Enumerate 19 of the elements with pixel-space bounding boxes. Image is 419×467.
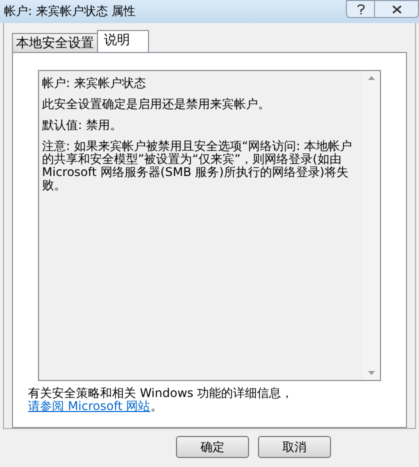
help-button[interactable] (346, 0, 375, 18)
tab[interactable]: 本地安全设置 (12, 32, 98, 52)
close-button[interactable] (375, 0, 419, 18)
info-text: 有关安全策略和相关 Windows 功能的详细信息， 请参阅 Microsoft 网站。 (28, 386, 294, 413)
description-text: 帐户: 来宾帐户状态 (42, 76, 147, 90)
window-title: 帐户: 来宾帐户状态 属性 (4, 3, 136, 20)
tab[interactable]: 说明 (97, 30, 149, 52)
scroll-down-icon[interactable] (368, 370, 375, 375)
dialog-button[interactable]: 取消 (258, 436, 331, 458)
scrollbar[interactable] (363, 70, 380, 380)
help-icon (356, 4, 364, 14)
description-text: 注意: 如果来宾帐户被禁用且安全选项“网络访问: 本地帐户的共享和安全模型”被设置为“仅来宾”，则网络登录(如由 Microsoft 网络服务器(SMB 服务)所执行的网络登录)将失败。 (42, 140, 353, 192)
description-text: 默认值: 禁用。 (42, 118, 123, 132)
close-icon (392, 4, 402, 14)
description-box[interactable]: 帐户: 来宾帐户状态 此安全设置确定是启用还是禁用来宾帐户。 默认值: 禁用。 注意: 如果来宾帐户被禁用且安全选项“网络访问: 本地帐户的共享和安全模型”被设置为“仅来宾”，则网络登录(如由 Microsoft 网络服务器(SMB 服务)所执行的网络登录)将失败。 (38, 70, 381, 381)
dialog-button[interactable]: 确定 (176, 436, 249, 458)
scroll-up-icon[interactable] (368, 76, 375, 80)
description-text: 此安全设置确定是启用还是禁用来宾帐户。 (42, 98, 271, 111)
microsoft-website-link[interactable]: 请参阅 Microsoft 网站 (28, 398, 150, 413)
